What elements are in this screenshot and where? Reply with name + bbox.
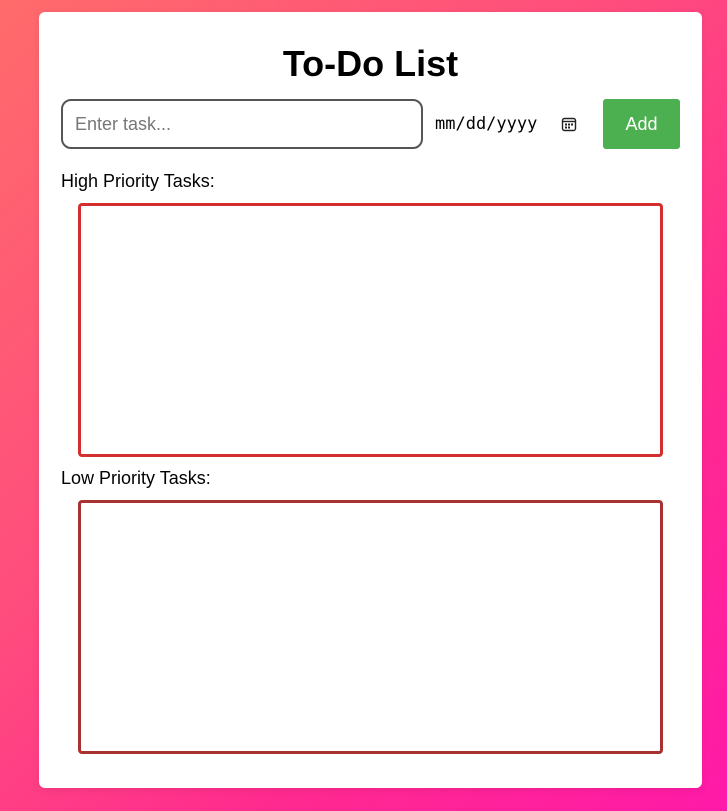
- task-input[interactable]: [61, 99, 423, 149]
- page-title: To-Do List: [282, 43, 459, 84]
- date-placeholder: mm/dd/yyyy: [435, 114, 538, 134]
- high-priority-label: High Priority Tasks:: [61, 171, 215, 191]
- date-input[interactable]: mm/dd/yyyy: [435, 111, 577, 137]
- todo-card: To-Do List mm/dd/yyyy Add High Priority …: [39, 12, 702, 788]
- add-button[interactable]: Add: [603, 99, 680, 149]
- low-priority-label: Low Priority Tasks:: [61, 468, 211, 488]
- calendar-icon[interactable]: [561, 116, 577, 132]
- low-priority-list: [78, 500, 663, 754]
- high-priority-list: [78, 203, 663, 457]
